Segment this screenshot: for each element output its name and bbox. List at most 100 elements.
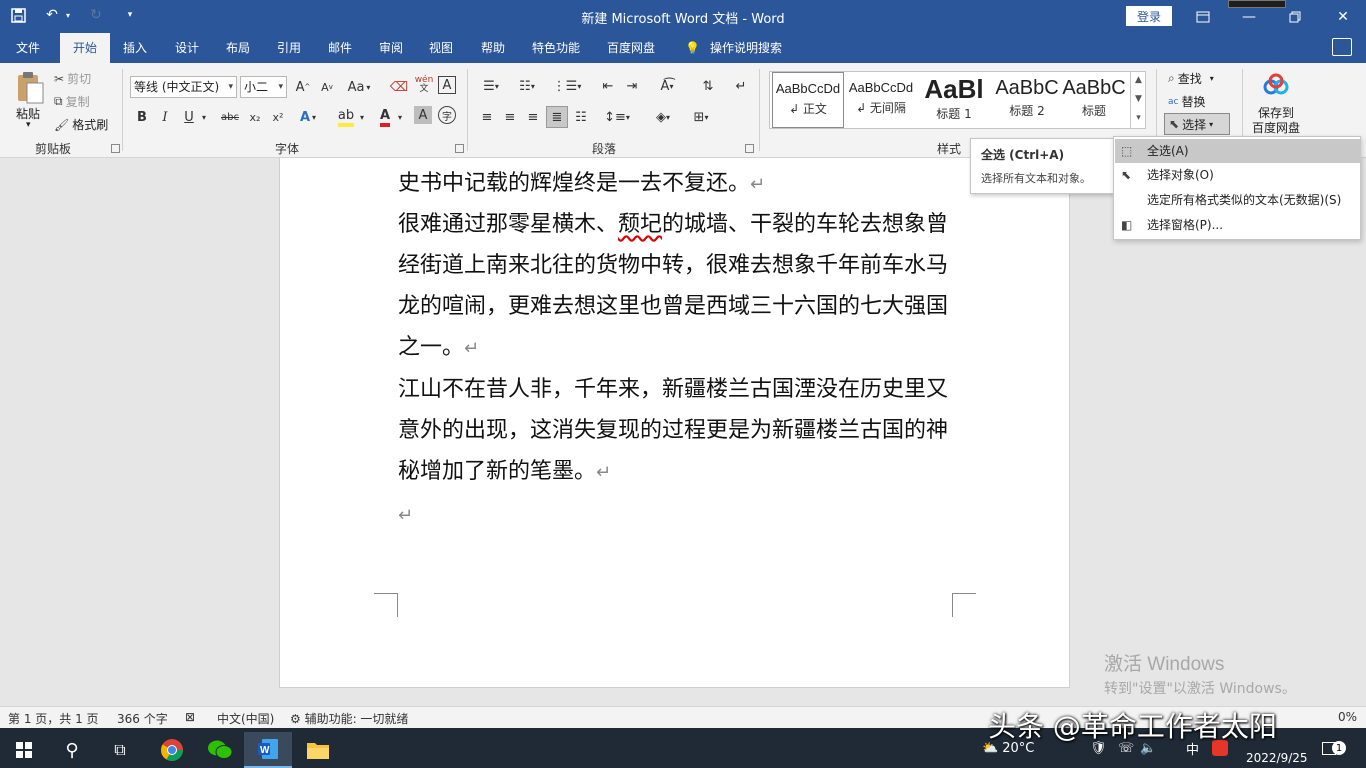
text-effects-icon[interactable]: A ▾ bbox=[297, 106, 319, 128]
tell-me-search[interactable]: 操作说明搜索 bbox=[706, 33, 786, 63]
tab-insert[interactable]: 插入 bbox=[119, 33, 151, 63]
zoom-level[interactable]: 0% bbox=[1338, 710, 1357, 724]
minimize-icon[interactable]: — bbox=[1226, 0, 1272, 33]
word-taskbar-icon[interactable]: W bbox=[244, 732, 292, 768]
menu-item-select-similar[interactable]: 选定所有格式类似的文本(无数据)(S) bbox=[1115, 188, 1361, 212]
enclose-char-icon[interactable]: 字 bbox=[438, 106, 456, 124]
italic-button[interactable]: I bbox=[154, 106, 176, 128]
align-center-icon[interactable]: ≡ bbox=[499, 106, 521, 128]
char-border-icon[interactable]: A bbox=[438, 76, 456, 94]
tab-references[interactable]: 引用 bbox=[273, 33, 305, 63]
page-count[interactable]: 第 1 页，共 1 页 bbox=[8, 710, 99, 727]
bullets-icon[interactable]: ☰ ▾ bbox=[476, 75, 506, 97]
tab-design[interactable]: 设计 bbox=[171, 33, 203, 63]
style-heading-1[interactable]: AaBl 标题 1 bbox=[918, 72, 990, 128]
tab-mailings[interactable]: 邮件 bbox=[324, 33, 356, 63]
font-size-combo[interactable]: 小二 ▾ bbox=[240, 76, 287, 98]
copy-button[interactable]: ⧉ 复制 bbox=[54, 93, 90, 110]
cut-button[interactable]: ✂ 剪切 bbox=[54, 70, 91, 87]
chinese-layout-icon[interactable]: A͡ ▾ bbox=[652, 75, 682, 97]
distributed-icon[interactable]: ☷ bbox=[570, 106, 592, 128]
empty-paragraph[interactable]: ↵ bbox=[398, 494, 958, 536]
tab-home[interactable]: 开始 bbox=[60, 33, 110, 63]
increase-indent-icon[interactable]: ⇥ bbox=[621, 75, 643, 97]
tab-file[interactable]: 文件 bbox=[12, 33, 44, 63]
borders-icon[interactable]: ⊞ ▾ bbox=[686, 106, 716, 128]
tab-features[interactable]: 特色功能 bbox=[528, 33, 584, 63]
align-right-icon[interactable]: ≡ bbox=[522, 106, 544, 128]
shrink-font-icon[interactable]: Av bbox=[316, 76, 338, 98]
language[interactable]: 中文(中国) bbox=[217, 710, 274, 727]
font-launcher-icon[interactable] bbox=[455, 144, 464, 153]
shading-icon[interactable]: ◈ ▾ bbox=[648, 106, 678, 128]
paragraph-2[interactable]: 很难通过那零星横木、颓圮的城墙、干裂的车轮去想象曾经街道上南来北往的货物中转，很… bbox=[398, 204, 958, 369]
chevron-down-icon[interactable]: ▼ bbox=[1131, 90, 1146, 109]
underline-dropdown-icon[interactable]: ▾ bbox=[198, 106, 210, 128]
restore-icon[interactable] bbox=[1272, 0, 1318, 33]
line-spacing-icon[interactable]: ↕≡ ▾ bbox=[602, 106, 632, 128]
comments-icon[interactable] bbox=[1332, 38, 1352, 56]
baidu-cloud-icon[interactable] bbox=[1262, 73, 1290, 97]
login-button[interactable]: 登录 bbox=[1126, 6, 1172, 26]
tab-review[interactable]: 审阅 bbox=[375, 33, 407, 63]
proofing-icon[interactable]: ⊠ bbox=[185, 710, 195, 724]
underline-button[interactable]: U bbox=[178, 106, 200, 128]
font-name-combo[interactable]: 等线 (中文正文) ▾ bbox=[130, 76, 237, 98]
more-icon[interactable]: ▾ bbox=[1131, 109, 1146, 128]
font-color-dropdown-icon[interactable]: ▾ bbox=[394, 106, 406, 128]
tab-view[interactable]: 视图 bbox=[425, 33, 457, 63]
windows-start-icon[interactable] bbox=[0, 732, 48, 768]
save-to-baidu-line2[interactable]: 百度网盘 bbox=[1252, 119, 1300, 136]
notification-center-icon[interactable]: 1 bbox=[1322, 728, 1346, 768]
tab-baidu[interactable]: 百度网盘 bbox=[603, 33, 659, 63]
chevron-up-icon[interactable]: ▲ bbox=[1131, 71, 1146, 90]
format-painter-button[interactable]: 🖌 格式刷 bbox=[54, 116, 108, 133]
multilevel-list-icon[interactable]: ⋮☰ ▾ bbox=[552, 75, 582, 97]
style-heading-2[interactable]: AaBbC 标题 2 bbox=[991, 72, 1063, 128]
paste-icon[interactable] bbox=[14, 71, 46, 105]
paragraph-launcher-icon[interactable] bbox=[745, 144, 754, 153]
ribbon-display-icon[interactable] bbox=[1180, 0, 1226, 33]
word-count[interactable]: 366 个字 bbox=[117, 710, 168, 727]
spelling-error-text[interactable]: 颓圮 bbox=[618, 212, 662, 237]
numbering-icon[interactable]: ☷ ▾ bbox=[512, 75, 542, 97]
chrome-icon[interactable] bbox=[148, 732, 196, 768]
highlight-dropdown-icon[interactable]: ▾ bbox=[356, 106, 368, 128]
find-button[interactable]: ⌕ 查找 ▾ bbox=[1168, 70, 1214, 87]
search-icon[interactable]: ⚲ bbox=[48, 732, 96, 768]
bold-button[interactable]: B bbox=[131, 106, 153, 128]
style-gallery-scroll[interactable]: ▲ ▼ ▾ bbox=[1130, 71, 1146, 129]
file-explorer-icon[interactable] bbox=[294, 732, 342, 768]
sort-icon[interactable]: ⇅ bbox=[697, 75, 719, 97]
clipboard-launcher-icon[interactable] bbox=[111, 144, 120, 153]
style-normal[interactable]: AaBbCcDd ↲ 正文 bbox=[772, 72, 844, 128]
style-no-spacing[interactable]: AaBbCcDd ↲ 无间隔 bbox=[845, 72, 917, 128]
phonetic-guide-icon[interactable]: wén 文 bbox=[413, 74, 435, 96]
wechat-icon[interactable] bbox=[196, 732, 244, 768]
task-view-icon[interactable]: ⧉ bbox=[96, 732, 144, 768]
superscript-button[interactable]: x² bbox=[267, 106, 289, 128]
char-shading-icon[interactable]: A bbox=[414, 106, 432, 124]
justify-icon[interactable]: ≣ bbox=[546, 106, 568, 128]
subscript-button[interactable]: x₂ bbox=[244, 106, 266, 128]
menu-item-select-objects[interactable]: ⬉ 选择对象(O) bbox=[1115, 163, 1361, 187]
replace-button[interactable]: ac 替换 bbox=[1168, 93, 1205, 110]
paste-dropdown-icon[interactable]: ▾ bbox=[26, 120, 31, 130]
select-button[interactable]: ⬉ 选择 ▾ bbox=[1164, 113, 1230, 135]
clear-format-icon[interactable]: ⌫ bbox=[388, 76, 410, 98]
tab-help[interactable]: 帮助 bbox=[477, 33, 509, 63]
decrease-indent-icon[interactable]: ⇤ bbox=[597, 75, 619, 97]
menu-item-selection-pane[interactable]: ◧ 选择窗格(P)... bbox=[1115, 213, 1361, 237]
accessibility-status[interactable]: ⚙ 辅助功能: 一切就绪 bbox=[290, 710, 408, 727]
style-title[interactable]: AaBbC 标题 bbox=[1058, 72, 1130, 128]
highlight-icon[interactable]: ab bbox=[335, 106, 357, 128]
grow-font-icon[interactable]: A ^ bbox=[292, 76, 314, 98]
align-left-icon[interactable]: ≡ bbox=[476, 106, 498, 128]
show-marks-icon[interactable]: ↵ bbox=[730, 75, 752, 97]
strikethrough-button[interactable]: abc bbox=[217, 106, 243, 128]
font-color-icon[interactable]: A bbox=[374, 106, 396, 128]
paragraph-3[interactable]: 江山不在昔人非，千年来，新疆楼兰古国湮没在历史里又意外的出现，这消失复现的过程更… bbox=[398, 369, 958, 493]
menu-item-select-all[interactable]: ⬚ 全选(A) bbox=[1115, 139, 1361, 163]
tab-layout[interactable]: 布局 bbox=[222, 33, 254, 63]
change-case-icon[interactable]: Aa ▾ bbox=[344, 76, 374, 98]
